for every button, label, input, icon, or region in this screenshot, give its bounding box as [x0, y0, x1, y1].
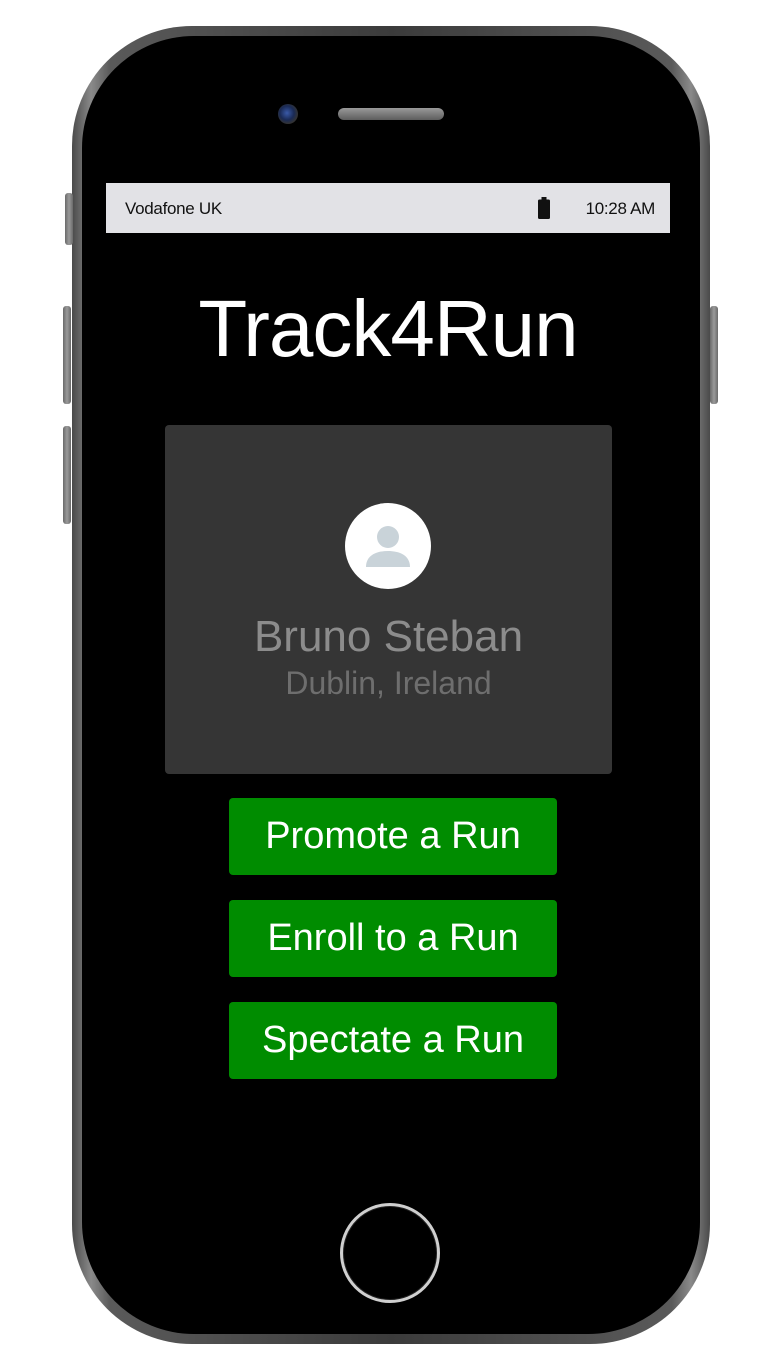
status-time: 10:28 AM	[585, 199, 656, 218]
app-screen: Vodafone UK 10:28 AM Track4Run Bruno Ste…	[106, 183, 670, 1143]
profile-location: Dublin, Ireland	[285, 665, 492, 701]
mute-switch	[65, 193, 73, 245]
spectate-run-button[interactable]: Spectate a Run	[229, 1002, 557, 1079]
front-camera	[278, 104, 298, 124]
home-button[interactable]	[340, 1203, 440, 1303]
app-title: Track4Run	[198, 284, 578, 373]
person-avatar-icon	[366, 526, 410, 567]
status-bar: Vodafone UK 10:28 AM	[106, 183, 670, 233]
earpiece-speaker	[338, 108, 444, 120]
profile-name: Bruno Steban	[253, 612, 524, 661]
enroll-run-button[interactable]: Enroll to a Run	[229, 900, 557, 977]
avatar[interactable]	[345, 503, 431, 589]
carrier-name: Vodafone UK	[125, 199, 222, 218]
volume-up-button	[63, 306, 71, 404]
volume-down-button	[63, 426, 71, 524]
power-button	[710, 306, 718, 404]
promote-run-button[interactable]: Promote a Run	[229, 798, 557, 875]
battery-full-icon	[538, 197, 550, 219]
profile-card: Bruno Steban Dublin, Ireland	[165, 425, 612, 774]
